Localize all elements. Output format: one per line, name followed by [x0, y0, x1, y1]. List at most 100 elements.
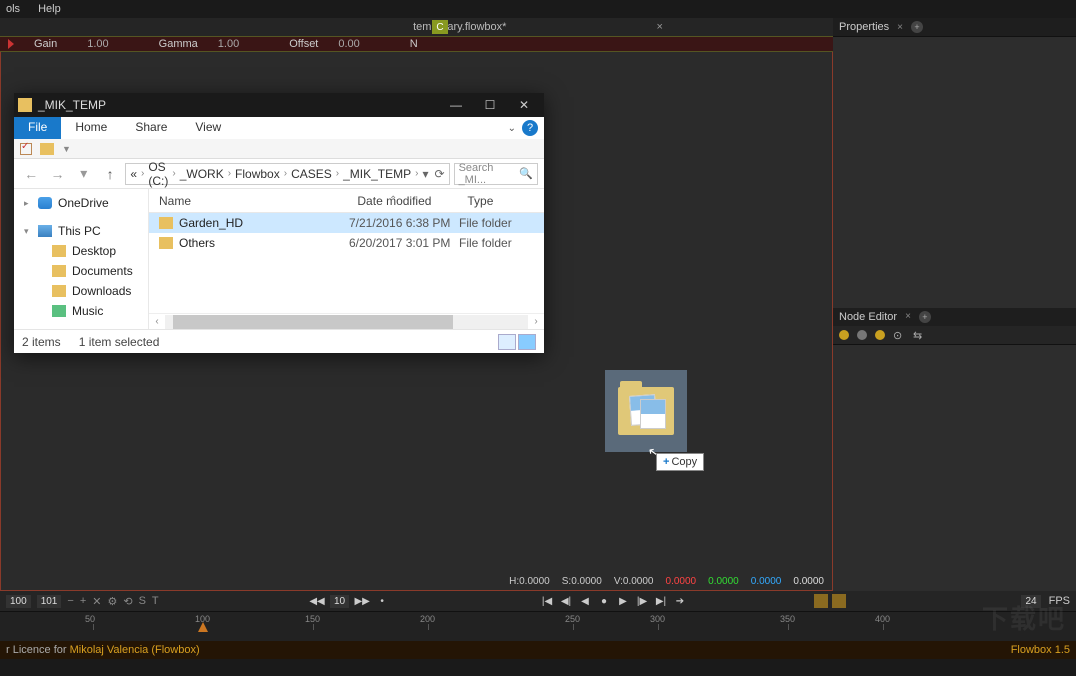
frame-end[interactable]: 101: [37, 595, 62, 608]
crumb[interactable]: Flowbox: [235, 167, 280, 181]
tl-plus-icon[interactable]: +: [80, 595, 86, 607]
rewind-icon[interactable]: ◀◀: [310, 594, 324, 608]
node-dot3-icon[interactable]: [875, 330, 885, 340]
crumb[interactable]: OS (C:): [148, 160, 168, 188]
node-tool2-icon[interactable]: ⇆: [913, 329, 925, 341]
close-icon[interactable]: ×: [905, 311, 911, 322]
gamma-value[interactable]: 1.00: [218, 38, 239, 50]
play-icon[interactable]: ▶: [616, 594, 630, 608]
nav-item-onedrive[interactable]: ▸OneDrive: [14, 193, 148, 213]
expand-icon[interactable]: ▾: [24, 226, 29, 237]
add-panel-icon[interactable]: +: [919, 311, 931, 323]
node-editor-body[interactable]: [833, 344, 1076, 591]
document-tab[interactable]: temporary.flowbox* ×: [413, 21, 663, 33]
qa-check-icon[interactable]: [20, 143, 32, 155]
tl-refresh-icon[interactable]: ⟲: [123, 595, 132, 608]
tl-t-button[interactable]: T: [152, 595, 159, 607]
top-menu: ols Help: [0, 0, 1076, 18]
nav-item-downloads[interactable]: Downloads: [14, 281, 148, 301]
addr-dropdown-icon[interactable]: ▾: [422, 167, 428, 181]
col-date[interactable]: Date modified: [357, 194, 467, 208]
tl-s-button[interactable]: S: [139, 595, 146, 607]
tl-minus-icon[interactable]: −: [67, 595, 73, 607]
nav-pane[interactable]: ▸OneDrive ▾This PCDesktopDocumentsDownloa…: [14, 189, 149, 329]
nav-fwd-icon[interactable]: →: [46, 162, 68, 186]
column-headers[interactable]: Name ⌃ Date modified Type: [149, 189, 544, 213]
n-label[interactable]: N: [410, 38, 418, 50]
search-input[interactable]: Search _MI... 🔍: [454, 163, 538, 185]
maximize-button[interactable]: ☐: [474, 95, 506, 115]
h-scrollbar[interactable]: ‹ ›: [149, 313, 544, 329]
scroll-right-icon[interactable]: ›: [528, 316, 544, 327]
prev-key-icon[interactable]: ◀|: [559, 594, 573, 608]
node-dot1-icon[interactable]: [839, 330, 849, 340]
qa-overflow-icon[interactable]: ▼: [62, 144, 71, 154]
stop-icon[interactable]: ●: [597, 594, 611, 608]
view-details-icon[interactable]: [498, 334, 516, 350]
close-button[interactable]: ✕: [508, 95, 540, 115]
skip-frames[interactable]: 10: [330, 595, 349, 608]
rec-dot-icon[interactable]: •: [375, 594, 389, 608]
play-indicator-icon[interactable]: [8, 39, 14, 49]
file-row[interactable]: Others6/20/2017 3:01 PMFile folder: [149, 233, 544, 253]
breadcrumb[interactable]: «› OS (C:)› _WORK› Flowbox› CASES› _MIK_…: [125, 163, 449, 185]
timeline-mode-switch[interactable]: [814, 594, 846, 608]
node-editor-header[interactable]: Node Editor × +: [833, 308, 1076, 326]
next-key-icon[interactable]: |▶: [635, 594, 649, 608]
offset-value[interactable]: 0.00: [338, 38, 359, 50]
col-name[interactable]: Name: [159, 194, 349, 208]
nav-item-documents[interactable]: Documents: [14, 261, 148, 281]
frame-start[interactable]: 100: [6, 595, 31, 608]
explorer-titlebar[interactable]: _MIK_TEMP — ☐ ✕: [14, 93, 544, 117]
nav-up-icon[interactable]: ↑: [99, 162, 121, 186]
tl-cut-icon[interactable]: ✕: [92, 595, 101, 608]
qa-folder-icon[interactable]: [40, 143, 54, 155]
menu-tools[interactable]: ols: [6, 3, 20, 15]
nav-recent-icon[interactable]: ▾: [73, 162, 95, 186]
file-row[interactable]: Garden_HD7/21/2016 6:38 PMFile folder: [149, 213, 544, 233]
nav-item-thispc[interactable]: ▾This PC: [14, 221, 148, 241]
menu-help[interactable]: Help: [38, 3, 61, 15]
ribbon-file[interactable]: File: [14, 117, 61, 139]
ribbon-share[interactable]: Share: [121, 117, 181, 139]
timeline-ruler[interactable]: 50100150200250300350400: [0, 611, 1076, 641]
view-icons-icon[interactable]: [518, 334, 536, 350]
properties-header[interactable]: Properties × +: [833, 18, 1076, 36]
node-tool1-icon[interactable]: ⊙: [893, 329, 905, 341]
fastfwd-icon[interactable]: ▶▶: [355, 594, 369, 608]
gain-value[interactable]: 1.00: [87, 38, 108, 50]
crumb[interactable]: _WORK: [180, 167, 224, 181]
ribbon-expand-icon[interactable]: ⌄: [508, 123, 516, 134]
ribbon-home[interactable]: Home: [61, 117, 121, 139]
last-frame-icon[interactable]: ▶|: [654, 594, 668, 608]
first-frame-icon[interactable]: |◀: [540, 594, 554, 608]
search-icon[interactable]: 🔍: [519, 167, 533, 180]
node-dot2-icon[interactable]: [857, 330, 867, 340]
ribbon-help-icon[interactable]: ?: [522, 120, 538, 136]
nav-item-music[interactable]: Music: [14, 301, 148, 321]
mode-a-icon[interactable]: [814, 594, 828, 608]
play-rev-icon[interactable]: ◀: [578, 594, 592, 608]
tl-gear-icon[interactable]: ⚙: [107, 595, 117, 608]
scroll-track[interactable]: [165, 315, 528, 329]
close-tab-icon[interactable]: ×: [656, 21, 662, 33]
mode-b-icon[interactable]: [832, 594, 846, 608]
minimize-button[interactable]: —: [440, 95, 472, 115]
loop-icon[interactable]: ➔: [673, 594, 687, 608]
crumb[interactable]: «: [130, 167, 137, 181]
nav-back-icon[interactable]: ←: [20, 162, 42, 186]
file-list[interactable]: Name ⌃ Date modified Type Garden_HD7/21/…: [149, 189, 544, 329]
close-icon[interactable]: ×: [897, 22, 903, 33]
crumb[interactable]: CASES: [291, 167, 332, 181]
refresh-icon[interactable]: ⟳: [435, 167, 445, 181]
expand-icon[interactable]: ▸: [24, 198, 29, 209]
scroll-thumb[interactable]: [173, 315, 453, 329]
file-explorer-window[interactable]: _MIK_TEMP — ☐ ✕ File Home Share View ⌄ ?…: [14, 93, 544, 353]
add-panel-icon[interactable]: +: [911, 21, 923, 33]
crumb[interactable]: _MIK_TEMP: [343, 167, 411, 181]
nav-item-desktop[interactable]: Desktop: [14, 241, 148, 261]
col-type[interactable]: Type: [467, 194, 537, 208]
playhead-marker-icon[interactable]: [198, 622, 208, 632]
ribbon-view[interactable]: View: [181, 117, 235, 139]
scroll-left-icon[interactable]: ‹: [149, 316, 165, 327]
